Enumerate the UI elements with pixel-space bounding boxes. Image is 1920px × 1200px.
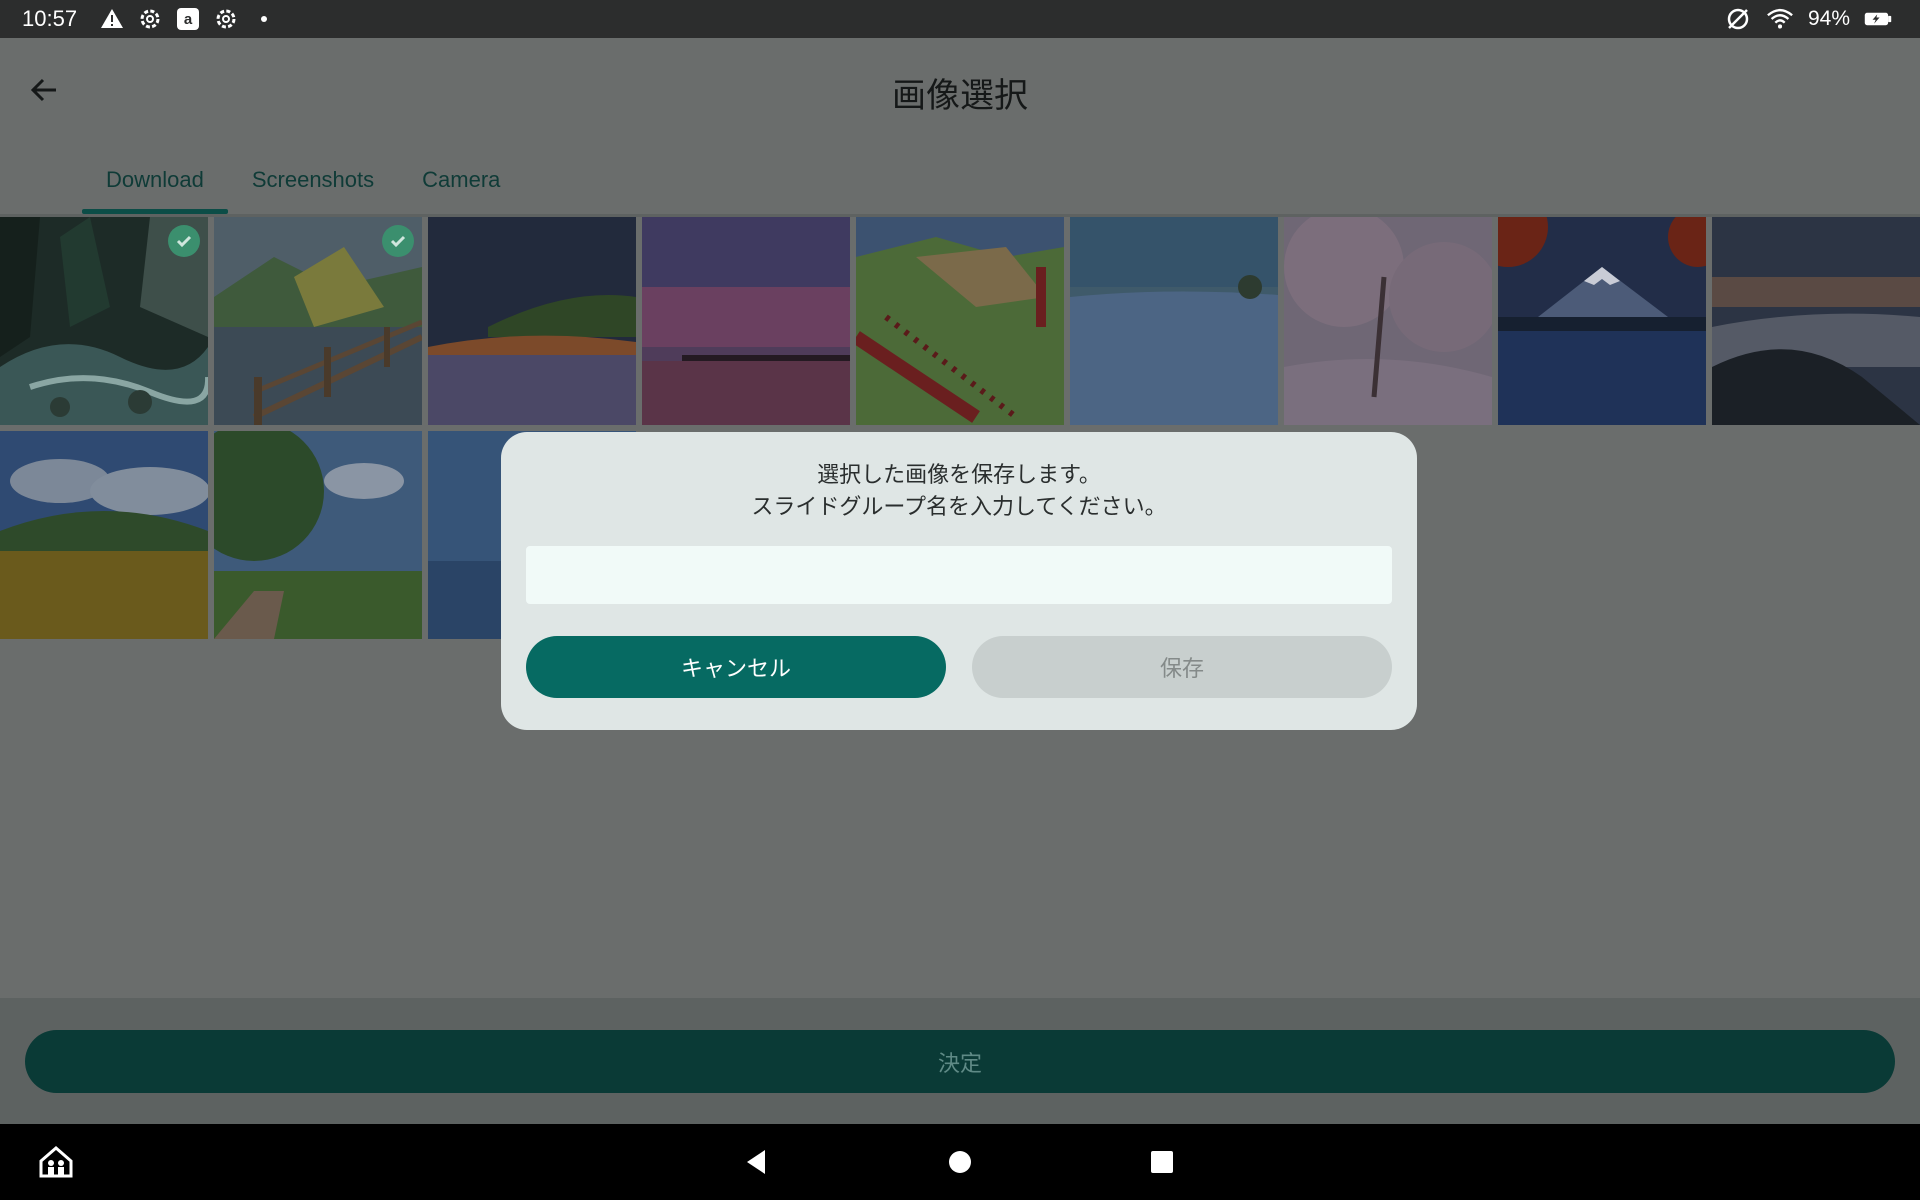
settings-icon (136, 5, 164, 33)
status-bar: 10:57 a 94% (0, 0, 1920, 38)
settings-icon (212, 5, 240, 33)
image-tile[interactable] (0, 431, 208, 639)
notification-icons: a (98, 5, 278, 33)
status-time: 10:57 (22, 6, 78, 31)
dot-icon (250, 5, 278, 33)
dialog-message-line2: スライドグループ名を入力してください。 (751, 495, 1167, 520)
sea-of-clouds-image (1712, 217, 1920, 425)
selected-check-icon (168, 225, 200, 257)
decide-button[interactable]: 決定 (25, 1030, 1895, 1093)
dialog-message: 選択した画像を保存します。 スライドグループ名を入力してください。 (501, 460, 1417, 524)
selected-check-icon (382, 225, 414, 257)
image-tile[interactable] (0, 217, 208, 425)
image-tile[interactable] (214, 217, 422, 425)
tree-path-image (214, 431, 422, 639)
sunflower-image (0, 431, 208, 639)
group-name-input[interactable] (526, 546, 1392, 604)
battery-charging-icon (1864, 5, 1892, 33)
image-tile[interactable] (428, 217, 636, 425)
image-tile[interactable] (1498, 217, 1706, 425)
nav-back-icon[interactable] (730, 1136, 782, 1188)
save-button[interactable]: 保存 (972, 636, 1392, 698)
dialog-message-line1: 選択した画像を保存します。 (817, 463, 1101, 488)
red-torii-image (856, 217, 1064, 425)
nav-recents-icon[interactable] (1136, 1136, 1188, 1188)
system-nav-bar (0, 1124, 1920, 1200)
flower-field-image (428, 217, 636, 425)
folder-tabs: Download Screenshots Camera (82, 146, 524, 214)
bottom-action-area: 決定 (0, 998, 1920, 1124)
image-tile[interactable] (1712, 217, 1920, 425)
home-people-icon[interactable] (30, 1136, 82, 1188)
image-tile[interactable] (1284, 217, 1492, 425)
wifi-icon (1766, 5, 1794, 33)
tab-download[interactable]: Download (82, 146, 228, 214)
mount-fuji-image (1498, 217, 1706, 425)
pink-sunset-image (642, 217, 850, 425)
amazon-icon: a (174, 5, 202, 33)
tab-camera[interactable]: Camera (398, 146, 524, 214)
image-tile[interactable] (856, 217, 1064, 425)
system-icons: 94% (1724, 5, 1892, 33)
image-tile[interactable] (642, 217, 850, 425)
image-tile[interactable] (1070, 217, 1278, 425)
svg-text:a: a (184, 11, 193, 28)
blue-flower-image (1070, 217, 1278, 425)
cherry-blossom-image (1284, 217, 1492, 425)
battery-percent: 94% (1807, 7, 1850, 30)
app-bar: 画像選択 (0, 38, 1920, 138)
save-group-dialog: 選択した画像を保存します。 スライドグループ名を入力してください。 キャンセル … (501, 432, 1417, 730)
page-title: 画像選択 (892, 76, 1028, 116)
no-sync-icon (1724, 5, 1752, 33)
cancel-button[interactable]: キャンセル (526, 636, 946, 698)
tab-screenshots[interactable]: Screenshots (228, 146, 398, 214)
warning-icon (98, 5, 126, 33)
nav-home-icon[interactable] (934, 1136, 986, 1188)
image-tile[interactable] (214, 431, 422, 639)
